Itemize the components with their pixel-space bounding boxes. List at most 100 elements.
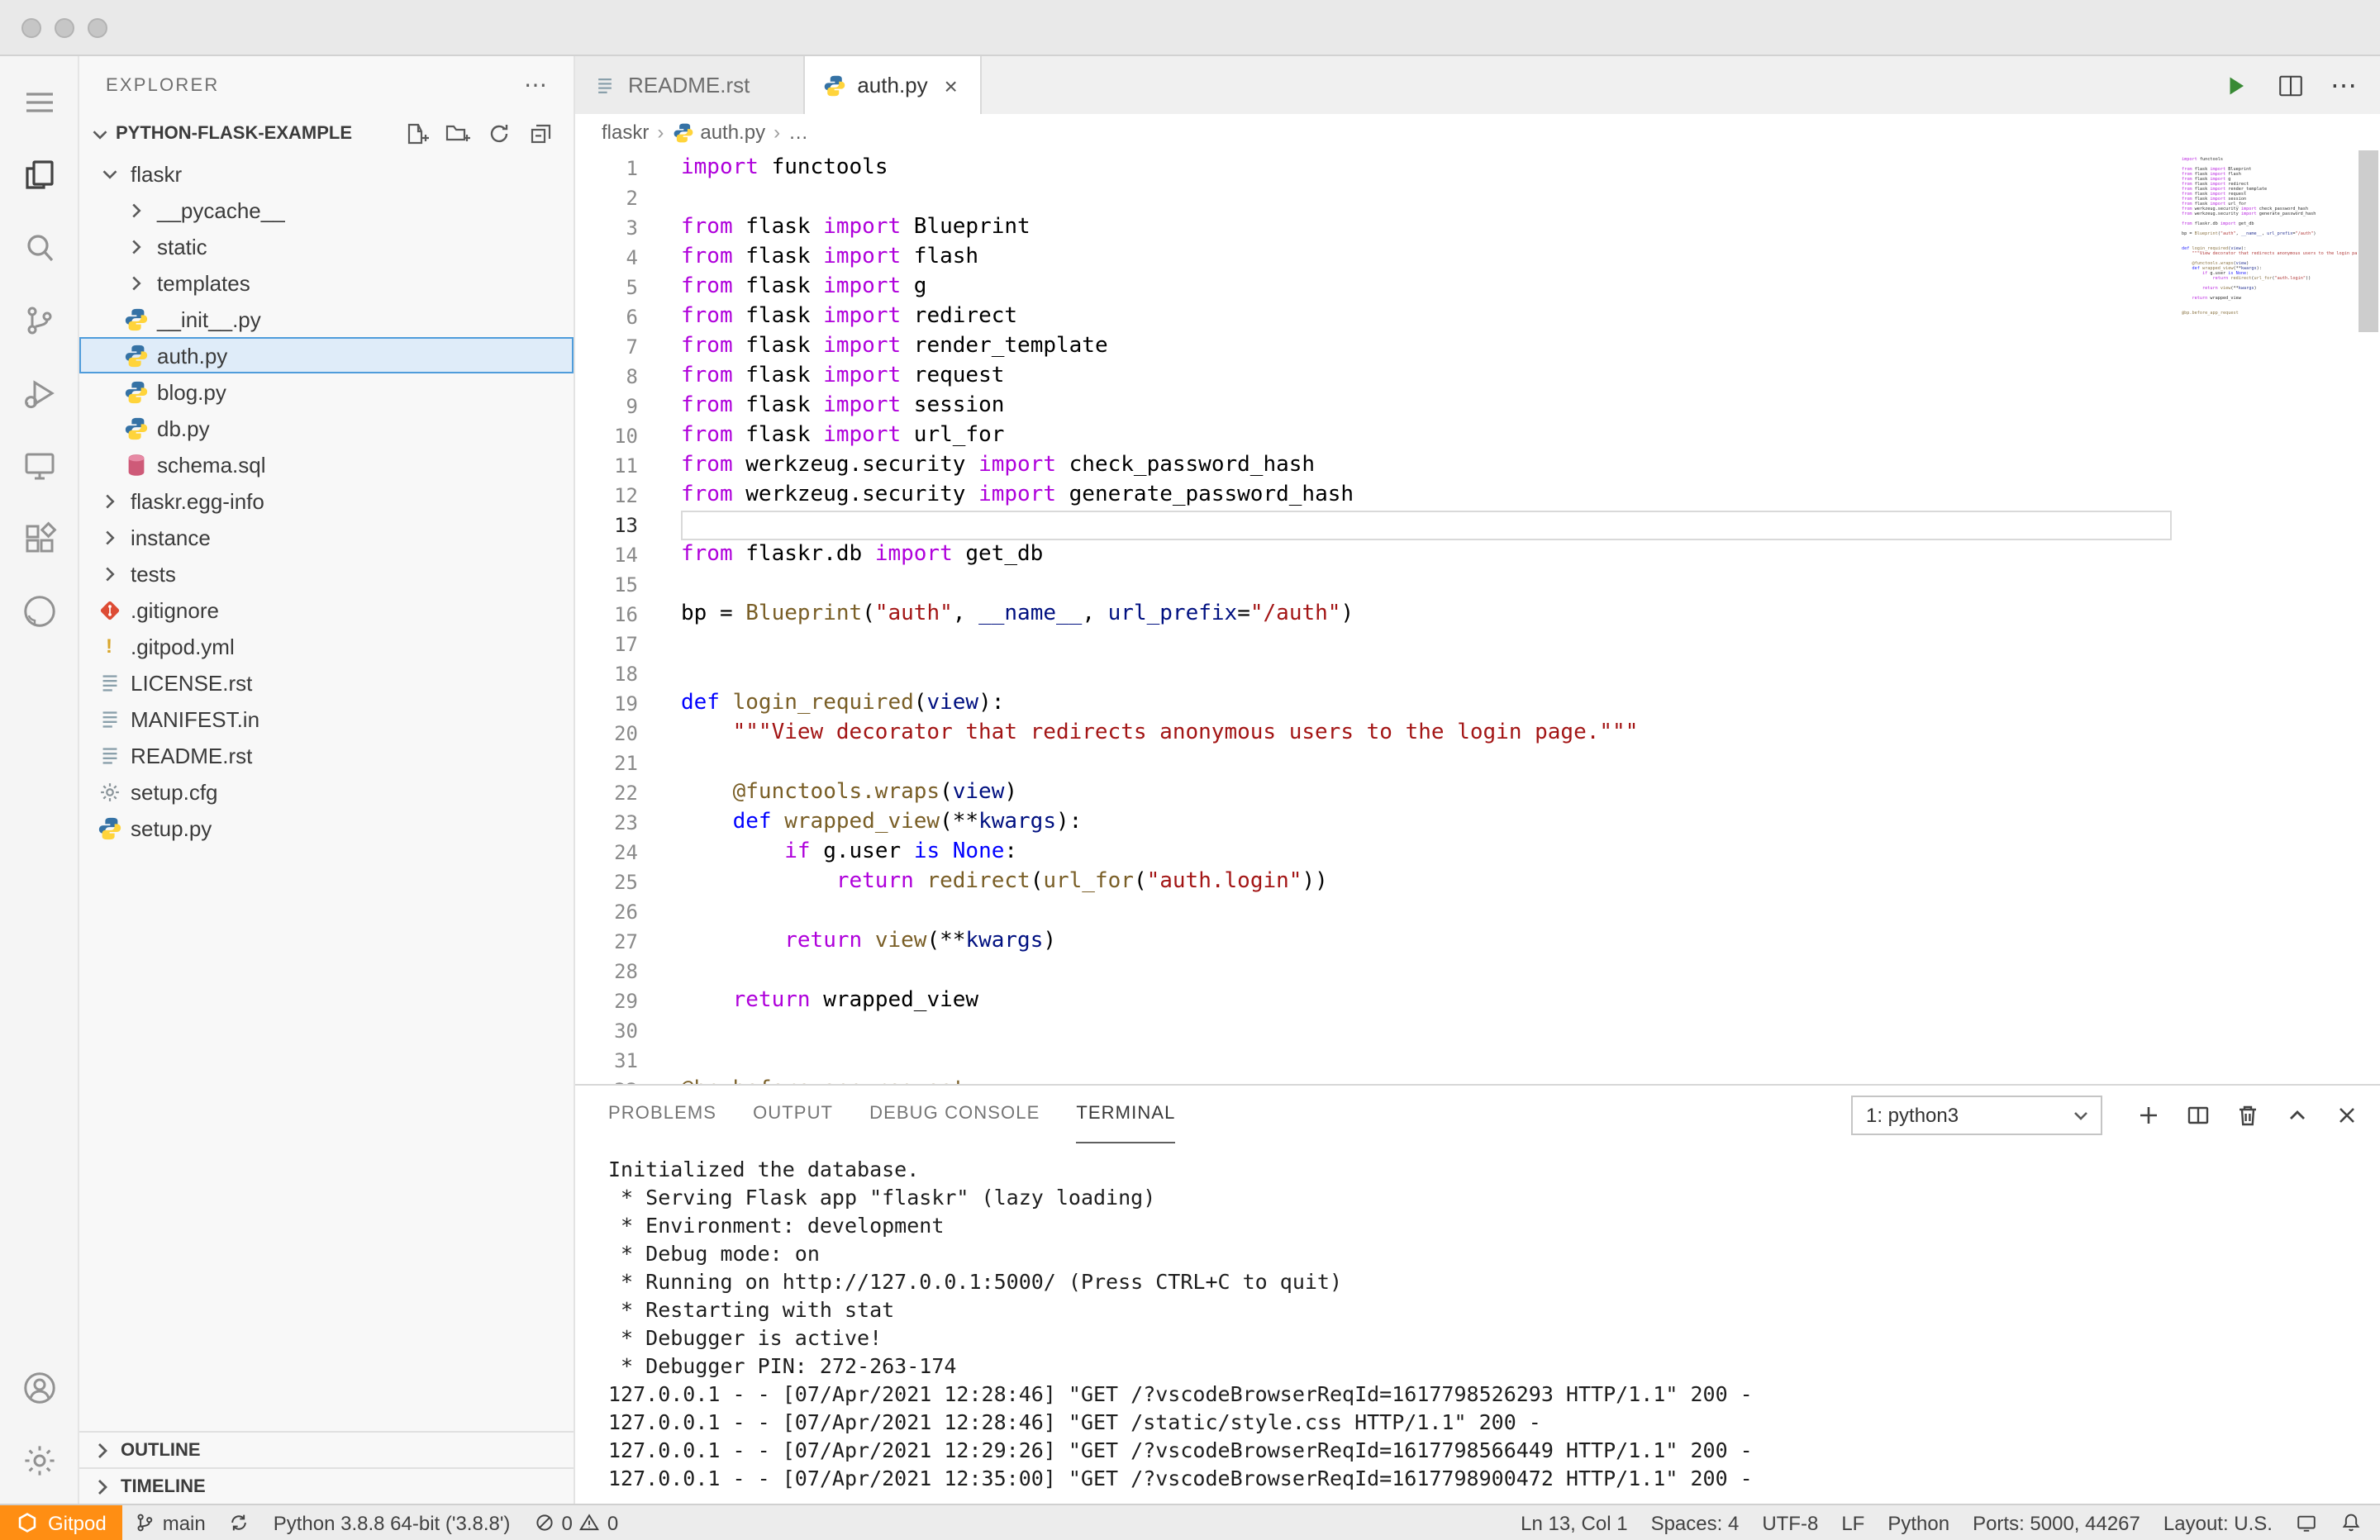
gitpod-remote-indicator[interactable]: Gitpod xyxy=(0,1505,123,1540)
tree-item-flaskr.egg-info[interactable]: flaskr.egg-info xyxy=(79,482,574,519)
code-line[interactable]: from flask import Blueprint xyxy=(681,213,2172,243)
tree-item-templates[interactable]: templates xyxy=(79,264,574,301)
code-line[interactable] xyxy=(681,1016,2172,1046)
code-line[interactable]: from werkzeug.security import check_pass… xyxy=(681,451,2172,481)
code-line[interactable]: return view(**kwargs) xyxy=(681,927,2172,957)
code-line[interactable] xyxy=(681,749,2172,778)
tree-item-static[interactable]: static xyxy=(79,228,574,264)
code-line[interactable] xyxy=(681,957,2172,986)
code-line[interactable]: @bp.before_app_request xyxy=(681,1076,2172,1084)
code-line[interactable]: from flask import redirect xyxy=(681,302,2172,332)
code-line[interactable]: from flask import request xyxy=(681,362,2172,392)
split-editor-icon[interactable] xyxy=(2276,70,2306,100)
kill-terminal-icon[interactable] xyxy=(2235,1101,2261,1128)
sync-changes-button[interactable] xyxy=(217,1505,262,1540)
status-ports[interactable]: Ports: 5000, 44267 xyxy=(1961,1505,2152,1540)
status-eol[interactable]: LF xyxy=(1830,1505,1876,1540)
code-line[interactable]: if g.user is None: xyxy=(681,838,2172,867)
code-line[interactable] xyxy=(681,570,2172,600)
code-line[interactable] xyxy=(681,630,2172,659)
code-line[interactable]: from flask import render_template xyxy=(681,332,2172,362)
tree-item-.gitpod.yml[interactable]: ! .gitpod.yml xyxy=(79,628,574,664)
close-window-button[interactable] xyxy=(21,17,41,37)
more-editor-actions-icon[interactable]: ⋯ xyxy=(2330,69,2357,102)
code-line[interactable]: from flask import g xyxy=(681,273,2172,302)
tree-item-auth.py[interactable]: auth.py xyxy=(79,337,574,373)
refresh-explorer-icon[interactable] xyxy=(486,121,512,147)
breadcrumb-item-…[interactable]: … xyxy=(788,121,808,144)
code-line[interactable]: return redirect(url_for("auth.login")) xyxy=(681,867,2172,897)
run-python-file-icon[interactable] xyxy=(2221,70,2251,100)
explorer-more-actions-icon[interactable]: ⋯ xyxy=(524,71,547,99)
panel-tab-debug-console[interactable]: DEBUG CONSOLE xyxy=(869,1086,1040,1143)
tree-item-schema.sql[interactable]: schema.sql xyxy=(79,446,574,482)
project-section-header[interactable]: PYTHON-FLASK-EXAMPLE xyxy=(79,114,574,154)
menu-activity-icon[interactable] xyxy=(1,66,77,139)
code-line[interactable]: """View decorator that redirects anonymo… xyxy=(681,719,2172,749)
tree-item-__init__.py[interactable]: __init__.py xyxy=(79,301,574,337)
tree-item-tests[interactable]: tests xyxy=(79,555,574,592)
outline-section[interactable]: OUTLINE xyxy=(79,1431,574,1467)
code-line[interactable] xyxy=(681,183,2172,213)
problems-status[interactable]: 0 0 xyxy=(521,1505,630,1540)
tree-item-flaskr[interactable]: flaskr xyxy=(79,155,574,192)
code-line[interactable]: from flask import flash xyxy=(681,243,2172,273)
breadcrumb-item-flaskr[interactable]: flaskr xyxy=(602,121,649,144)
remote-explorer-activity-icon[interactable] xyxy=(1,430,77,502)
minimap[interactable]: import functools from flask import Bluepr… xyxy=(2172,150,2357,1084)
scrollbar-thumb[interactable] xyxy=(2359,150,2378,332)
code-line[interactable]: from flask import url_for xyxy=(681,421,2172,451)
tree-item-LICENSE.rst[interactable]: LICENSE.rst xyxy=(79,664,574,701)
tree-item-MANIFEST.in[interactable]: MANIFEST.in xyxy=(79,701,574,737)
code-line[interactable]: return wrapped_view xyxy=(681,986,2172,1016)
breadcrumb-item-auth.py[interactable]: auth.py xyxy=(672,121,765,144)
python-interpreter-status[interactable]: Python 3.8.8 64-bit ('3.8.8') xyxy=(262,1505,522,1540)
status-indentation[interactable]: Spaces: 4 xyxy=(1640,1505,1751,1540)
status-cursor-position[interactable]: Ln 13, Col 1 xyxy=(1509,1505,1639,1540)
panel-tab-problems[interactable]: PROBLEMS xyxy=(608,1086,716,1143)
status-language-mode[interactable]: Python xyxy=(1876,1505,1961,1540)
code-line[interactable] xyxy=(681,1046,2172,1076)
code-lines[interactable]: import functools from flask import Bluepr… xyxy=(681,150,2172,1084)
tree-item-blog.py[interactable]: blog.py xyxy=(79,373,574,410)
tab-auth.py[interactable]: auth.py × xyxy=(804,56,983,114)
maximize-panel-icon[interactable] xyxy=(2284,1101,2311,1128)
minimize-window-button[interactable] xyxy=(55,17,74,37)
code-line[interactable] xyxy=(681,897,2172,927)
new-folder-icon[interactable] xyxy=(445,121,471,147)
current-code-line[interactable] xyxy=(681,511,2172,540)
source-control-activity-icon[interactable] xyxy=(1,284,77,357)
zoom-window-button[interactable] xyxy=(88,17,107,37)
notifications-bell-icon[interactable] xyxy=(2329,1505,2373,1540)
code-line[interactable]: from flask import session xyxy=(681,392,2172,421)
code-line[interactable]: @functools.wraps(view) xyxy=(681,778,2172,808)
github-activity-icon[interactable] xyxy=(1,575,77,648)
code-line[interactable]: def login_required(view): xyxy=(681,689,2172,719)
tree-item-setup.cfg[interactable]: setup.cfg xyxy=(79,773,574,810)
code-line[interactable]: bp = Blueprint("auth", __name__, url_pre… xyxy=(681,600,2172,630)
settings-activity-icon[interactable] xyxy=(1,1424,77,1497)
git-branch-status[interactable]: main xyxy=(123,1505,217,1540)
new-terminal-icon[interactable] xyxy=(2135,1101,2162,1128)
timeline-section[interactable]: TIMELINE xyxy=(79,1467,574,1504)
status-encoding[interactable]: UTF-8 xyxy=(1750,1505,1830,1540)
new-file-icon[interactable] xyxy=(403,121,430,147)
split-terminal-icon[interactable] xyxy=(2185,1101,2211,1128)
collapse-all-icon[interactable] xyxy=(527,121,554,147)
code-line[interactable]: import functools xyxy=(681,154,2172,183)
tree-item-.gitignore[interactable]: .gitignore xyxy=(79,592,574,628)
tree-item-db.py[interactable]: db.py xyxy=(79,410,574,446)
code-line[interactable]: from werkzeug.security import generate_p… xyxy=(681,481,2172,511)
panel-tab-terminal[interactable]: TERMINAL xyxy=(1076,1086,1176,1143)
code-editor[interactable]: 1 2 3 4 5 6 7 8 9 10 11 12 13 14 15 16 17 18 19 20 21 22 23 24 2… xyxy=(575,150,2380,1084)
code-line[interactable]: def wrapped_view(**kwargs): xyxy=(681,808,2172,838)
tree-item-instance[interactable]: instance xyxy=(79,519,574,555)
code-line[interactable]: from flaskr.db import get_db xyxy=(681,540,2172,570)
screencast-icon[interactable] xyxy=(2284,1505,2329,1540)
account-activity-icon[interactable] xyxy=(1,1352,77,1424)
panel-tab-output[interactable]: OUTPUT xyxy=(753,1086,833,1143)
tree-item-__pycache__[interactable]: __pycache__ xyxy=(79,192,574,228)
close-tab-icon[interactable]: × xyxy=(938,72,964,98)
close-panel-icon[interactable] xyxy=(2334,1101,2360,1128)
tab-README.rst[interactable]: README.rst xyxy=(575,56,805,114)
